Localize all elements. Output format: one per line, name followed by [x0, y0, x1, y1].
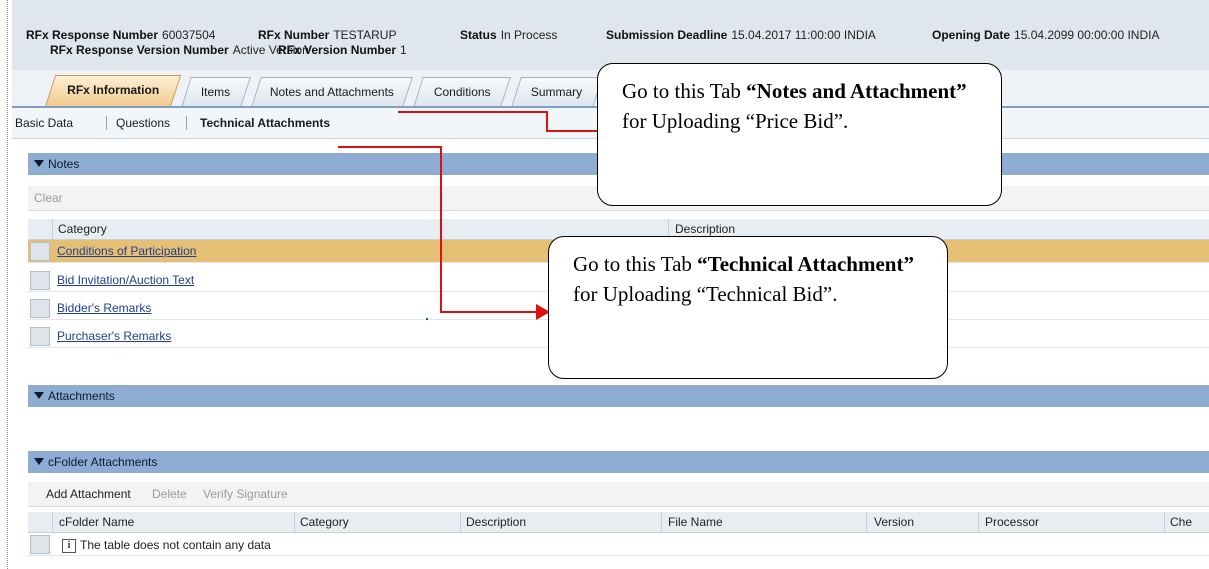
- note-category-link[interactable]: Purchaser's Remarks: [57, 329, 171, 343]
- arrow-line-technical: [440, 311, 540, 313]
- column-separator: [460, 512, 461, 532]
- arrow-line-notes: [546, 130, 598, 132]
- column-header-category[interactable]: Category: [58, 222, 107, 236]
- tab-rfx-information[interactable]: RFx Information: [44, 75, 182, 107]
- rfx-number: RFx Number TESTARUP: [258, 28, 397, 42]
- rfx-version-number: RFx Version Number 1: [278, 43, 407, 57]
- callout-technical-attachment: Go to this Tab “Technical Attachment” fo…: [548, 236, 948, 379]
- attachments-section-title: Attachments: [48, 389, 115, 403]
- empty-table-message: The table does not contain any data: [80, 538, 271, 552]
- column-header-category[interactable]: Category: [300, 515, 349, 529]
- column-separator: [661, 512, 662, 532]
- column-separator: [52, 512, 53, 532]
- notes-section-title: Notes: [48, 157, 80, 171]
- info-icon: i: [62, 539, 76, 553]
- cfolder-table-header: cFolder Name Category Description File N…: [28, 512, 1209, 533]
- tab-notes-and-attachments[interactable]: Notes and Attachments: [251, 77, 413, 107]
- attachments-section-header[interactable]: Attachments: [28, 385, 1209, 407]
- arrow-line-technical: [338, 146, 442, 148]
- column-header-processor[interactable]: Processor: [985, 515, 1039, 529]
- stray-dot: [426, 318, 428, 320]
- callout-notes-attachments: Go to this Tab “Notes and Attachment” fo…: [597, 63, 1002, 206]
- delete-button[interactable]: Delete: [152, 487, 187, 501]
- subtab-separator: [186, 116, 187, 130]
- expand-arrow-icon: [34, 458, 44, 465]
- row-selector[interactable]: [30, 535, 50, 554]
- cfolder-section-title: cFolder Attachments: [48, 455, 158, 469]
- page-left-border: [7, 0, 8, 569]
- cfolder-section-header[interactable]: cFolder Attachments: [28, 451, 1209, 473]
- row-selector[interactable]: [30, 271, 50, 290]
- callout-emphasis: “Technical Attachment”: [697, 252, 914, 276]
- column-separator: [294, 512, 295, 532]
- column-separator: [866, 512, 867, 532]
- expand-arrow-icon: [34, 160, 44, 167]
- callout-text: Go to this Tab: [622, 79, 747, 103]
- column-header-description[interactable]: Description: [466, 515, 526, 529]
- arrow-line-technical: [440, 146, 442, 313]
- rfx-header: RFx Response Number 60037504 RFx Number TE…: [12, 0, 1209, 70]
- add-attachment-button[interactable]: Add Attachment: [46, 487, 131, 501]
- rfx-response-version: RFx Response Version Number Active Versio…: [50, 43, 309, 57]
- rfx-response-number: RFx Response Number 60037504: [26, 28, 216, 42]
- opening-date: Opening Date 15.04.2099 00:00:00 INDIA: [932, 28, 1160, 42]
- verify-signature-button[interactable]: Verify Signature: [203, 487, 288, 501]
- callout-text: for Uploading “Price Bid”.: [622, 109, 849, 133]
- note-category-link[interactable]: Conditions of Participation: [57, 244, 196, 258]
- submission-deadline: Submission Deadline 15.04.2017 11:00:00 I…: [606, 28, 876, 42]
- row-selector[interactable]: [30, 242, 50, 261]
- subtab-basic-data[interactable]: Basic Data: [15, 116, 73, 130]
- callout-emphasis: “Notes and Attachment”: [746, 79, 967, 103]
- column-header-description[interactable]: Description: [675, 222, 735, 236]
- column-header-version[interactable]: Version: [874, 515, 914, 529]
- column-header-file-name[interactable]: File Name: [668, 515, 723, 529]
- note-category-link[interactable]: Bid Invitation/Auction Text: [57, 273, 194, 287]
- arrow-line-notes: [398, 111, 548, 113]
- callout-text: Go to this Tab: [573, 252, 698, 276]
- subtab-separator: [106, 116, 107, 130]
- subtab-questions[interactable]: Questions: [116, 116, 170, 130]
- column-separator: [978, 512, 979, 532]
- column-separator: [52, 219, 53, 239]
- status: Status In Process: [460, 28, 558, 42]
- cfolder-toolbar: Add Attachment Delete Verify Signature: [28, 482, 1209, 507]
- subtab-technical-attachments[interactable]: Technical Attachments: [200, 116, 330, 130]
- row-selector[interactable]: [30, 299, 50, 318]
- column-header-cfolder-name[interactable]: cFolder Name: [59, 515, 134, 529]
- column-separator: [1164, 512, 1165, 532]
- tab-summary[interactable]: Summary: [511, 77, 603, 107]
- clear-button[interactable]: Clear: [34, 191, 63, 205]
- callout-text: for Uploading “Technical Bid”.: [573, 282, 838, 306]
- tab-items[interactable]: Items: [181, 77, 251, 107]
- tab-conditions[interactable]: Conditions: [413, 77, 511, 107]
- arrow-line-notes: [546, 111, 548, 132]
- expand-arrow-icon: [34, 392, 44, 399]
- note-category-link[interactable]: Bidder's Remarks: [57, 301, 151, 315]
- column-header-check[interactable]: Che: [1170, 515, 1192, 529]
- row-selector[interactable]: [30, 327, 50, 346]
